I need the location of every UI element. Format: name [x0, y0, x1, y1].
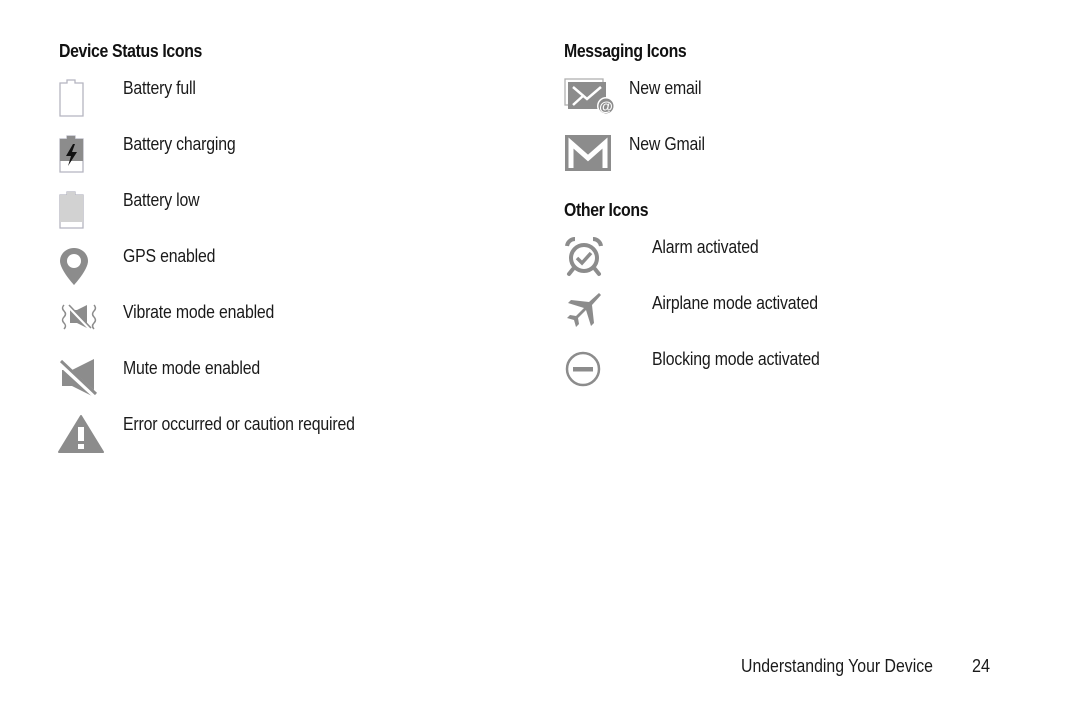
alarm-icon [564, 237, 608, 281]
blocking-mode-icon [564, 349, 608, 393]
battery-charging-icon [58, 134, 102, 178]
warning-icon [58, 414, 104, 458]
gmail-icon [564, 134, 611, 178]
item-label: Battery low [123, 190, 200, 210]
device-status-heading: Device Status Icons [59, 41, 202, 61]
battery-full-icon [58, 78, 102, 122]
item-label: GPS enabled [123, 246, 216, 266]
item-label: New email [629, 78, 702, 98]
mute-icon [58, 358, 102, 402]
new-email-icon: @ [564, 78, 615, 122]
battery-low-icon [58, 190, 102, 234]
footer-chapter-title: Understanding Your Device [741, 656, 933, 676]
svg-text:@: @ [599, 98, 613, 114]
messaging-heading: Messaging Icons [564, 41, 687, 61]
vibrate-icon [58, 302, 102, 346]
item-label: Airplane mode activated [652, 293, 818, 313]
item-label: Vibrate mode enabled [123, 302, 275, 322]
item-label: Battery full [123, 78, 196, 98]
item-label: Battery charging [123, 134, 236, 154]
item-label: Error occurred or caution required [123, 414, 355, 434]
item-label: Mute mode enabled [123, 358, 261, 378]
item-label: New Gmail [629, 134, 705, 154]
gps-icon [58, 246, 102, 290]
other-icons-heading: Other Icons [564, 200, 649, 220]
item-label: Blocking mode activated [652, 349, 820, 369]
airplane-icon [564, 293, 608, 337]
page-number: 24 [972, 656, 991, 676]
item-label: Alarm activated [652, 237, 759, 257]
